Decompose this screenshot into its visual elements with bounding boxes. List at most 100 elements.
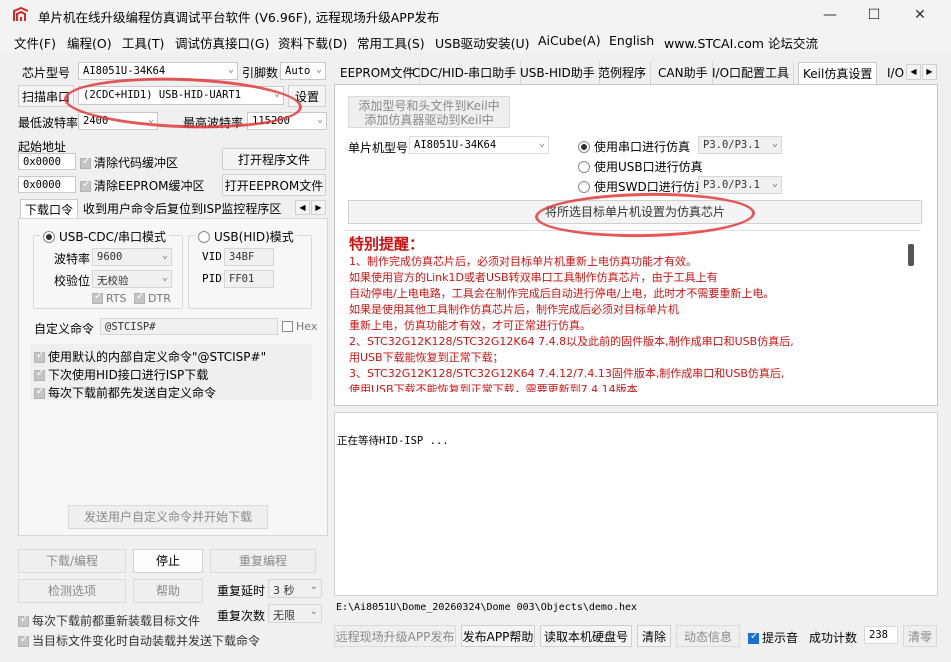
- tab-scroll-right-button[interactable]: ▶: [311, 200, 326, 215]
- sim-serial-port-select[interactable]: P3.0/P3.1 ⌄: [698, 136, 782, 154]
- chevron-right-icon: ▶: [315, 203, 322, 212]
- sim-usb-radio[interactable]: 使用USB口进行仿真: [578, 158, 703, 175]
- hid-mode-radio[interactable]: USB(HID)模式: [195, 228, 297, 245]
- min-baud-label: 最低波特率: [18, 116, 79, 130]
- notice-line: 1、制作完成仿真芯片后，必须对目标单片机重新上电仿真功能才有效。: [349, 255, 697, 268]
- repeat-count-select[interactable]: 无限 ⌄: [268, 604, 322, 623]
- tab-can[interactable]: CAN助手: [654, 62, 713, 84]
- chip-model-value: AI8051U-34K64: [83, 65, 166, 77]
- auto-send-checkbox[interactable]: 当目标文件变化时自动装载并发送下载命令: [18, 632, 260, 649]
- dtr-checkbox[interactable]: DTR: [134, 291, 171, 305]
- eeprom-address-input[interactable]: 0x0000: [18, 176, 76, 193]
- tab-usb-hid[interactable]: USB-HID助手: [516, 62, 600, 84]
- menu-english[interactable]: English: [609, 33, 654, 48]
- use-hid-next-label: 下次使用HID接口进行ISP下载: [48, 368, 209, 382]
- menu-usb-driver[interactable]: USB驱动安装(U): [435, 33, 530, 52]
- clear-eeprom-checkbox[interactable]: 清除EEPROM缓冲区: [80, 177, 205, 194]
- beep-label: 提示音: [762, 631, 799, 645]
- rts-checkbox[interactable]: RTS: [92, 291, 127, 305]
- custom-command-label: 自定义命令: [34, 322, 95, 336]
- reload-before-download-checkbox[interactable]: 每次下载前都重新装载目标文件: [18, 612, 200, 629]
- clear-button[interactable]: 清除: [637, 625, 671, 647]
- menu-aicube[interactable]: AiCube(A): [538, 33, 601, 48]
- chevron-down-icon: ⌄: [161, 250, 168, 261]
- send-before-download-checkbox[interactable]: 每次下载前都先发送自定义命令: [34, 384, 216, 401]
- send-custom-command-button[interactable]: 发送用户自定义命令并开始下载: [68, 505, 268, 529]
- maximize-button[interactable]: ☐: [864, 5, 884, 25]
- publish-app-button[interactable]: 远程现场升级APP发布: [334, 625, 456, 647]
- cdc-mode-radio[interactable]: USB-CDC/串口模式: [40, 228, 170, 245]
- tab-reset-to-isp[interactable]: 收到用户命令后复位到ISP监控程序区: [80, 199, 284, 219]
- checkbox-icon: [18, 634, 29, 647]
- vid-input[interactable]: 34BF: [224, 248, 274, 266]
- checkbox-icon: [748, 631, 759, 644]
- menu-file[interactable]: 文件(F): [14, 33, 56, 52]
- baud-select[interactable]: 9600 ⌄: [92, 248, 172, 266]
- open-eeprom-button[interactable]: 打开EEPROM文件: [222, 174, 326, 196]
- repeat-delay-value: 3 秒: [273, 584, 295, 597]
- check-options-button[interactable]: 检测选项: [18, 579, 126, 603]
- menu-common-tools[interactable]: 常用工具(S): [357, 33, 425, 52]
- repeat-count-label: 重复次数: [217, 609, 266, 623]
- repeat-program-button[interactable]: 重复编程: [210, 549, 316, 573]
- tab-scroll-left-button[interactable]: ◀: [295, 200, 310, 215]
- clear-code-checkbox[interactable]: 清除代码缓冲区: [80, 154, 178, 171]
- download-program-button[interactable]: 下载/编程: [18, 549, 126, 573]
- send-before-download-label: 每次下载前都先发送自定义命令: [48, 386, 217, 400]
- sim-serial-label: 使用串口进行仿真: [594, 140, 691, 154]
- custom-command-input[interactable]: @STCISP#: [100, 318, 278, 335]
- tab-eeprom-file[interactable]: EEPROM文件: [336, 62, 420, 84]
- menu-tools[interactable]: 工具(T): [122, 33, 164, 52]
- pins-select[interactable]: Auto ⌄: [280, 62, 326, 80]
- menu-downloads[interactable]: 资料下载(D): [278, 33, 347, 52]
- sim-swd-port-select[interactable]: P3.0/P3.1 ⌄: [698, 176, 782, 194]
- tab-cdc-hid-serial[interactable]: CDC/HID-串口助手: [408, 62, 522, 84]
- stop-button[interactable]: 停止: [133, 549, 203, 573]
- chevron-down-icon: ⌄: [771, 138, 778, 149]
- radio-icon: [43, 231, 55, 243]
- file-path: E:\Ai8051U\Dome_20260324\Dome 003\Object…: [336, 602, 638, 613]
- parity-select[interactable]: 无校验 ⌄: [92, 270, 172, 288]
- pid-input[interactable]: FF01: [224, 270, 274, 288]
- title-bar: 单片机在线升级编程仿真调试平台软件 (V6.96F), 远程现场升级APP发布 …: [0, 0, 951, 30]
- read-disk-id-button[interactable]: 读取本机硬盘号: [540, 625, 632, 647]
- chevron-down-icon: ⌄: [309, 581, 318, 592]
- animation-info-button[interactable]: 动态信息: [676, 625, 740, 647]
- repeat-delay-select[interactable]: 3 秒 ⌄: [268, 579, 322, 598]
- menu-website[interactable]: www.STCAI.com 论坛交流: [664, 33, 818, 52]
- menu-debug[interactable]: 调试仿真接口(G): [175, 33, 269, 52]
- notice-scrollbar[interactable]: [908, 244, 914, 266]
- sim-serial-radio[interactable]: 使用串口进行仿真: [578, 138, 690, 155]
- tab-io-config[interactable]: I/O口配置工具: [708, 62, 795, 84]
- publish-app-help-button[interactable]: 发布APP帮助: [461, 625, 535, 647]
- tab-scroll-right-button[interactable]: ▶: [922, 64, 937, 80]
- pins-value: Auto: [285, 65, 311, 77]
- hex-checkbox[interactable]: Hex: [282, 320, 317, 333]
- reset-count-button[interactable]: 清零: [903, 625, 937, 647]
- tab-examples[interactable]: 范例程序: [594, 62, 652, 84]
- chevron-right-icon: ▶: [926, 67, 933, 76]
- use-default-command-label: 使用默认的内部自定义命令"@STCISP#": [48, 350, 267, 364]
- help-button[interactable]: 帮助: [133, 579, 203, 603]
- open-program-button[interactable]: 打开程序文件: [222, 148, 326, 170]
- tab-scroll-left-button[interactable]: ◀: [906, 64, 921, 80]
- chevron-down-icon: ⌄: [771, 178, 778, 189]
- tab-keil-sim[interactable]: Keil仿真设置: [798, 62, 878, 85]
- add-to-keil-button[interactable]: 添加型号和头文件到Keil中 添加仿真器驱动到Keil中: [348, 96, 510, 128]
- checkbox-icon: [34, 386, 45, 399]
- mcu-model-select[interactable]: AI8051U-34K64 ⌄: [409, 136, 549, 154]
- notice-line: 2、STC32G12K128/STC32G12K64 7.4.8以及此前的固件版…: [349, 335, 794, 348]
- notice-line: 用USB下载能恢复到正常下载；: [349, 351, 504, 364]
- minimize-button[interactable]: —: [820, 5, 840, 25]
- menu-program[interactable]: 编程(O): [67, 33, 112, 52]
- beep-checkbox[interactable]: 提示音: [748, 629, 798, 646]
- code-address-input[interactable]: 0x0000: [18, 153, 76, 170]
- close-button[interactable]: ✕: [910, 5, 930, 25]
- repeat-count-value: 无限: [273, 609, 295, 622]
- tab-download-password[interactable]: 下载口令: [20, 199, 79, 219]
- use-default-command-checkbox[interactable]: 使用默认的内部自定义命令"@STCISP#": [34, 348, 266, 365]
- vid-label: VID: [202, 250, 222, 263]
- checkbox-icon: [92, 291, 103, 304]
- notice-title: 特别提醒：: [349, 235, 425, 253]
- use-hid-next-checkbox[interactable]: 下次使用HID接口进行ISP下载: [34, 366, 208, 383]
